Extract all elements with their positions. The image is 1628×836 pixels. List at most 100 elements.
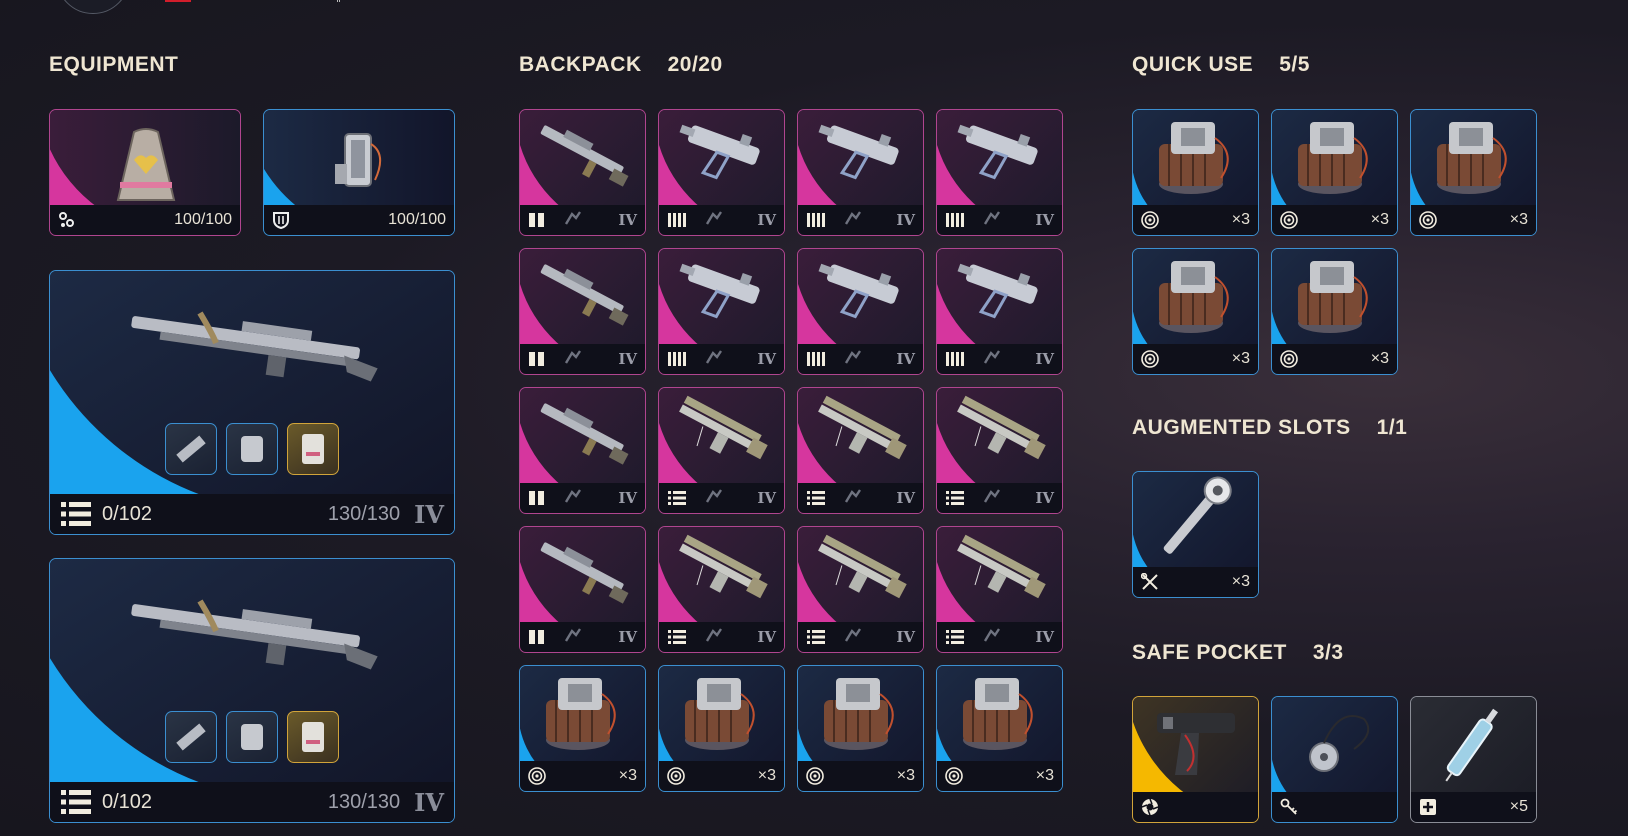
slot-footer: ×3 bbox=[659, 761, 784, 791]
slot-footer: IV bbox=[937, 205, 1062, 235]
shield-durability: 100/100 bbox=[388, 211, 446, 228]
inventory-slot[interactable]: IV bbox=[797, 387, 924, 514]
target-icon bbox=[1141, 211, 1159, 229]
inventory-slot[interactable]: IV bbox=[936, 248, 1063, 375]
weapon-mod-slot-barrel[interactable] bbox=[165, 423, 217, 475]
inventory-slot[interactable]: IV bbox=[936, 109, 1063, 236]
inventory-slot[interactable]: IV bbox=[519, 248, 646, 375]
inventory-slot[interactable]: ×3 bbox=[519, 665, 646, 792]
inventory-slot[interactable]: ×3 bbox=[658, 665, 785, 792]
inventory-slot[interactable]: ×3 bbox=[1132, 248, 1259, 375]
slot-footer: ×3 bbox=[1133, 205, 1258, 235]
key-fob-icon bbox=[1308, 715, 1369, 772]
attachment-icon bbox=[705, 627, 723, 648]
inventory-slot[interactable]: ×3 bbox=[1410, 109, 1537, 236]
tier-label: IV bbox=[618, 350, 637, 368]
weapon-footer: 0/102 130/130 IV bbox=[50, 782, 454, 822]
heavy-ammo-icon bbox=[528, 629, 546, 645]
medium-ammo-icon bbox=[667, 629, 687, 645]
key-icon bbox=[1280, 798, 1298, 816]
inventory-slot[interactable]: IV bbox=[658, 109, 785, 236]
tier-label: IV bbox=[896, 628, 915, 646]
quick-use-title: QUICK USE 5/5 bbox=[1132, 53, 1310, 77]
slot-footer: IV bbox=[798, 205, 923, 235]
target-icon bbox=[1419, 211, 1437, 229]
slot-footer: IV bbox=[937, 622, 1062, 652]
backpack-count: 20/20 bbox=[667, 53, 723, 76]
inventory-slot[interactable] bbox=[1132, 696, 1259, 823]
shield-slot[interactable]: 100/100 bbox=[263, 109, 455, 236]
heavy-ammo-icon bbox=[528, 351, 546, 367]
safe-pocket-count: 3/3 bbox=[1312, 641, 1344, 664]
inventory-slot[interactable]: IV bbox=[658, 248, 785, 375]
attachment-icon bbox=[564, 488, 582, 509]
inventory-slot[interactable]: IV bbox=[936, 526, 1063, 653]
tier-label: IV bbox=[414, 499, 444, 529]
attachment-icon bbox=[844, 210, 862, 231]
tier-label: IV bbox=[757, 211, 776, 229]
quick-use-title-label: QUICK USE bbox=[1132, 53, 1254, 76]
target-icon bbox=[667, 767, 685, 785]
weapon-slot-2[interactable]: 0/102 130/130 IV bbox=[49, 558, 455, 823]
weapon-mod-slot-stock[interactable] bbox=[287, 711, 339, 763]
ammo-count: 0/102 bbox=[102, 790, 153, 813]
inventory-slot[interactable] bbox=[1271, 696, 1398, 823]
slot-footer: IV bbox=[520, 205, 645, 235]
grenade-canister-icon bbox=[1158, 122, 1229, 194]
grenade-canister-icon bbox=[962, 678, 1033, 750]
inventory-slot[interactable]: ×3 bbox=[1271, 109, 1398, 236]
weapon-mod-slot-barrel[interactable] bbox=[165, 711, 217, 763]
inventory-slot[interactable]: ×3 bbox=[936, 665, 1063, 792]
inventory-slot[interactable]: ×3 bbox=[1271, 248, 1398, 375]
inventory-slot[interactable]: IV bbox=[936, 387, 1063, 514]
medium-ammo-icon bbox=[806, 629, 826, 645]
attachment-icon bbox=[564, 210, 582, 231]
aperture-icon bbox=[1141, 798, 1159, 816]
launcher-icon bbox=[678, 534, 768, 599]
grenade-canister-icon bbox=[823, 678, 894, 750]
injector-tool-icon bbox=[1163, 476, 1232, 554]
slot-footer: ×3 bbox=[1272, 344, 1397, 374]
target-icon bbox=[806, 767, 824, 785]
launcher-icon bbox=[817, 395, 907, 460]
backpack-title: BACKPACK 20/20 bbox=[519, 53, 723, 77]
slot-footer: IV bbox=[659, 205, 784, 235]
inventory-slot[interactable]: IV bbox=[519, 526, 646, 653]
inventory-slot[interactable]: IV bbox=[519, 387, 646, 514]
augment-slot[interactable]: 100/100 bbox=[49, 109, 241, 236]
heavy-ammo-icon bbox=[528, 490, 546, 506]
weapon-slot-1[interactable]: 0/102 130/130 IV bbox=[49, 270, 455, 535]
augment-footer: 100/100 bbox=[50, 205, 240, 235]
augment-icon bbox=[58, 211, 76, 229]
quick-use-count: 5/5 bbox=[1279, 53, 1310, 76]
safe-pocket-title: SAFE POCKET 3/3 bbox=[1132, 641, 1344, 665]
inventory-slot[interactable]: ×3 bbox=[1132, 109, 1259, 236]
weapon-mod-slot-stock[interactable] bbox=[287, 423, 339, 475]
smg-icon bbox=[957, 124, 1038, 180]
quantity-label: ×3 bbox=[896, 767, 915, 784]
shield-footer: 100/100 bbox=[264, 205, 454, 235]
slot-footer: IV bbox=[659, 344, 784, 374]
tier-label: IV bbox=[618, 211, 637, 229]
rifle-icon bbox=[540, 125, 628, 187]
launcher-icon bbox=[956, 534, 1046, 599]
inventory-slot[interactable]: ×3 bbox=[1132, 471, 1259, 598]
inventory-slot[interactable]: IV bbox=[658, 526, 785, 653]
medium-ammo-icon bbox=[945, 490, 965, 506]
attachment-icon bbox=[564, 627, 582, 648]
slot-footer: IV bbox=[659, 622, 784, 652]
slot-footer: IV bbox=[798, 344, 923, 374]
inventory-slot[interactable]: IV bbox=[658, 387, 785, 514]
quantity-label: ×3 bbox=[1509, 211, 1528, 228]
player-avatar[interactable] bbox=[56, 0, 130, 14]
inventory-slot[interactable]: IV bbox=[797, 248, 924, 375]
inventory-slot[interactable]: IV bbox=[797, 526, 924, 653]
weapon-mod-slot-magazine[interactable] bbox=[226, 423, 278, 475]
inventory-slot[interactable]: IV bbox=[797, 109, 924, 236]
inventory-slot[interactable]: ×3 bbox=[797, 665, 924, 792]
weapon-mod-slot-magazine[interactable] bbox=[226, 711, 278, 763]
target-icon bbox=[528, 767, 546, 785]
inventory-slot[interactable]: IV bbox=[519, 109, 646, 236]
rifle-icon bbox=[131, 311, 378, 382]
inventory-slot[interactable]: ×5 bbox=[1410, 696, 1537, 823]
